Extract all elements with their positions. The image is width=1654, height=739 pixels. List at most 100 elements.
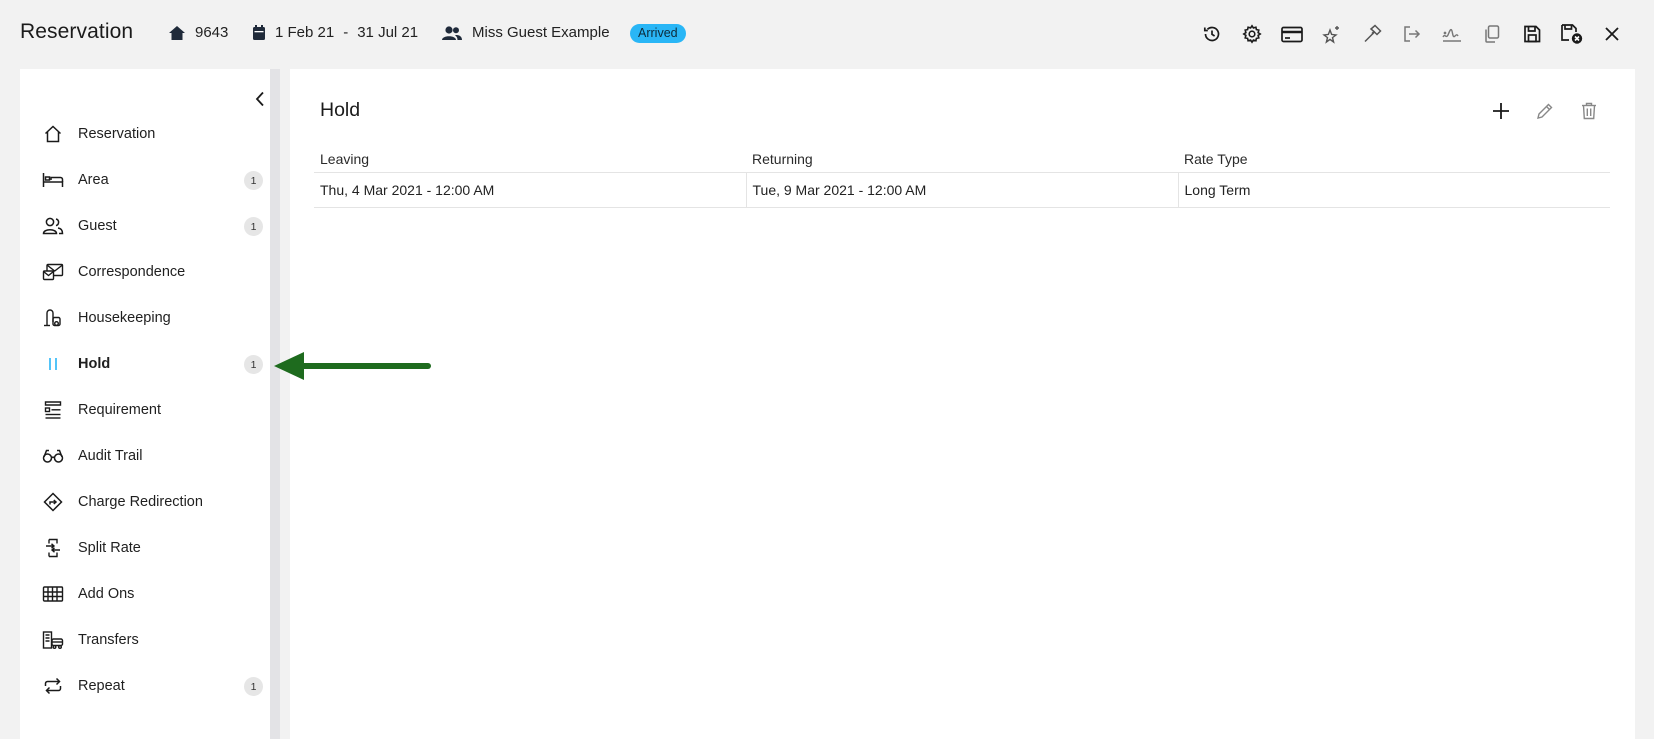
- cell-rate-type[interactable]: Long Term: [1177, 172, 1610, 208]
- calendar-icon: [253, 25, 265, 40]
- panel-actions: [1479, 99, 1611, 123]
- sidebar-item-label: Audit Trail: [78, 448, 143, 464]
- home-icon: [42, 123, 64, 145]
- date-separator: -: [343, 24, 349, 41]
- repeat-icon: [42, 675, 64, 697]
- toolbar: [1192, 20, 1632, 48]
- sidebar-item-audit-trail[interactable]: Audit Trail: [20, 433, 270, 479]
- sidebar-item-add-ons[interactable]: Add Ons: [20, 571, 270, 617]
- chevron-left-icon: [255, 91, 264, 107]
- trash-icon: [1582, 102, 1596, 120]
- exit-icon: [1404, 26, 1421, 42]
- count-badge: 1: [244, 217, 263, 236]
- sidebar-item-repeat[interactable]: Repeat 1: [20, 663, 270, 709]
- highlight-button[interactable]: [1312, 20, 1352, 48]
- credit-card-icon: [1281, 26, 1303, 42]
- copy-button[interactable]: [1472, 20, 1512, 48]
- sidebar-item-charge-redirection[interactable]: Charge Redirection: [20, 479, 270, 525]
- history-button[interactable]: [1192, 20, 1232, 48]
- sidebar-item-label: Transfers: [78, 632, 139, 648]
- sidebar-item-label: Guest: [78, 218, 117, 234]
- sidebar-item-hold[interactable]: Hold 1: [20, 341, 270, 387]
- direction-sign-icon: [42, 491, 64, 513]
- date-from: 1 Feb 21: [275, 24, 335, 41]
- settings-gear-icon: [1242, 24, 1262, 44]
- sidebar-item-requirement[interactable]: Requirement: [20, 387, 270, 433]
- save-and-close-button[interactable]: [1552, 20, 1592, 48]
- status-badge: Arrived: [630, 24, 686, 43]
- panel-title: Hold: [320, 99, 361, 121]
- area-number: 9643: [195, 24, 229, 41]
- transfer-bus-icon: [42, 629, 64, 651]
- close-icon: [1605, 27, 1619, 41]
- table-header-row: Leaving Returning Rate Type: [314, 146, 1610, 173]
- signature-button[interactable]: [1432, 20, 1472, 48]
- sidebar-item-label: Split Rate: [78, 540, 141, 556]
- sidebar: Reservation Area 1 Guest 1 Correspondenc…: [20, 69, 280, 739]
- table-row[interactable]: Thu, 4 Mar 2021 - 12:00 AM Tue, 9 Mar 20…: [314, 172, 1610, 208]
- header-bar: Reservation 9643 1 Feb 21 - 31 Jul 21 Mi…: [0, 0, 1654, 68]
- checklist-icon: [42, 399, 64, 421]
- copy-icon: [1485, 25, 1500, 43]
- vacuum-icon: [42, 307, 64, 329]
- bed-icon: [42, 169, 64, 191]
- sidebar-item-housekeeping[interactable]: Housekeeping: [20, 295, 270, 341]
- annotation-arrow: [274, 352, 431, 380]
- area-info: 9643: [169, 24, 228, 41]
- plus-icon: [1493, 103, 1509, 119]
- settings-button[interactable]: [1232, 20, 1272, 48]
- edit-hold-button[interactable]: [1523, 99, 1567, 123]
- cell-returning[interactable]: Tue, 9 Mar 2021 - 12:00 AM: [745, 172, 1178, 208]
- page-title: Reservation: [20, 20, 134, 43]
- sidebar-item-transfers[interactable]: Transfers: [20, 617, 270, 663]
- sidebar-item-label: Reservation: [78, 126, 156, 142]
- grid-icon: [42, 583, 64, 605]
- users-icon: [42, 215, 64, 237]
- split-icon: [42, 537, 64, 559]
- count-badge: 1: [244, 171, 263, 190]
- sidebar-item-label: Correspondence: [78, 264, 186, 280]
- check-out-button[interactable]: [1392, 20, 1432, 48]
- signature-icon: [1442, 28, 1461, 42]
- count-badge: 1: [244, 677, 263, 696]
- hold-table: Leaving Returning Rate Type Thu, 4 Mar 2…: [314, 146, 1610, 208]
- cell-leaving[interactable]: Thu, 4 Mar 2021 - 12:00 AM: [314, 172, 746, 208]
- date-to: 31 Jul 21: [357, 24, 419, 41]
- guest-name: Miss Guest Example: [472, 24, 610, 41]
- count-badge: 1: [244, 355, 263, 374]
- hammer-icon: [1364, 24, 1382, 43]
- sidebar-item-label: Housekeeping: [78, 310, 171, 326]
- add-hold-button[interactable]: [1479, 99, 1523, 123]
- sidebar-item-label: Charge Redirection: [78, 494, 203, 510]
- house-icon: [169, 25, 185, 40]
- payment-button[interactable]: [1272, 20, 1312, 48]
- date-range: 1 Feb 21 - 31 Jul 21: [253, 24, 418, 41]
- sidebar-item-label: Requirement: [78, 402, 162, 418]
- sidebar-item-reservation[interactable]: Reservation: [20, 111, 270, 157]
- delete-hold-button[interactable]: [1567, 99, 1611, 123]
- save-close-icon: [1561, 24, 1583, 44]
- sidebar-item-guest[interactable]: Guest 1: [20, 203, 270, 249]
- users-icon: [442, 25, 462, 40]
- collapse-sidebar-button[interactable]: [248, 87, 272, 111]
- close-button[interactable]: [1592, 20, 1632, 48]
- guest-info: Miss Guest Example: [442, 24, 610, 41]
- column-header-returning[interactable]: Returning: [746, 146, 1178, 173]
- column-header-rate-type[interactable]: Rate Type: [1178, 146, 1610, 173]
- save-button[interactable]: [1512, 20, 1552, 48]
- glasses-icon: [42, 445, 64, 467]
- envelope-icon: [42, 261, 64, 283]
- pencil-icon: [1537, 103, 1553, 119]
- tools-button[interactable]: [1352, 20, 1392, 48]
- sidebar-item-label: Add Ons: [78, 586, 135, 602]
- sidebar-nav: Reservation Area 1 Guest 1 Correspondenc…: [20, 111, 270, 709]
- sidebar-item-split-rate[interactable]: Split Rate: [20, 525, 270, 571]
- sidebar-item-area[interactable]: Area 1: [20, 157, 270, 203]
- sparkle-star-icon: [1322, 26, 1339, 44]
- hold-panel: Hold Leaving Returning Rate Type Thu, 4 …: [290, 69, 1635, 739]
- sidebar-item-label: Repeat: [78, 678, 125, 694]
- sidebar-item-correspondence[interactable]: Correspondence: [20, 249, 270, 295]
- history-icon: [1203, 26, 1220, 42]
- save-icon: [1524, 25, 1541, 43]
- column-header-leaving[interactable]: Leaving: [314, 146, 746, 173]
